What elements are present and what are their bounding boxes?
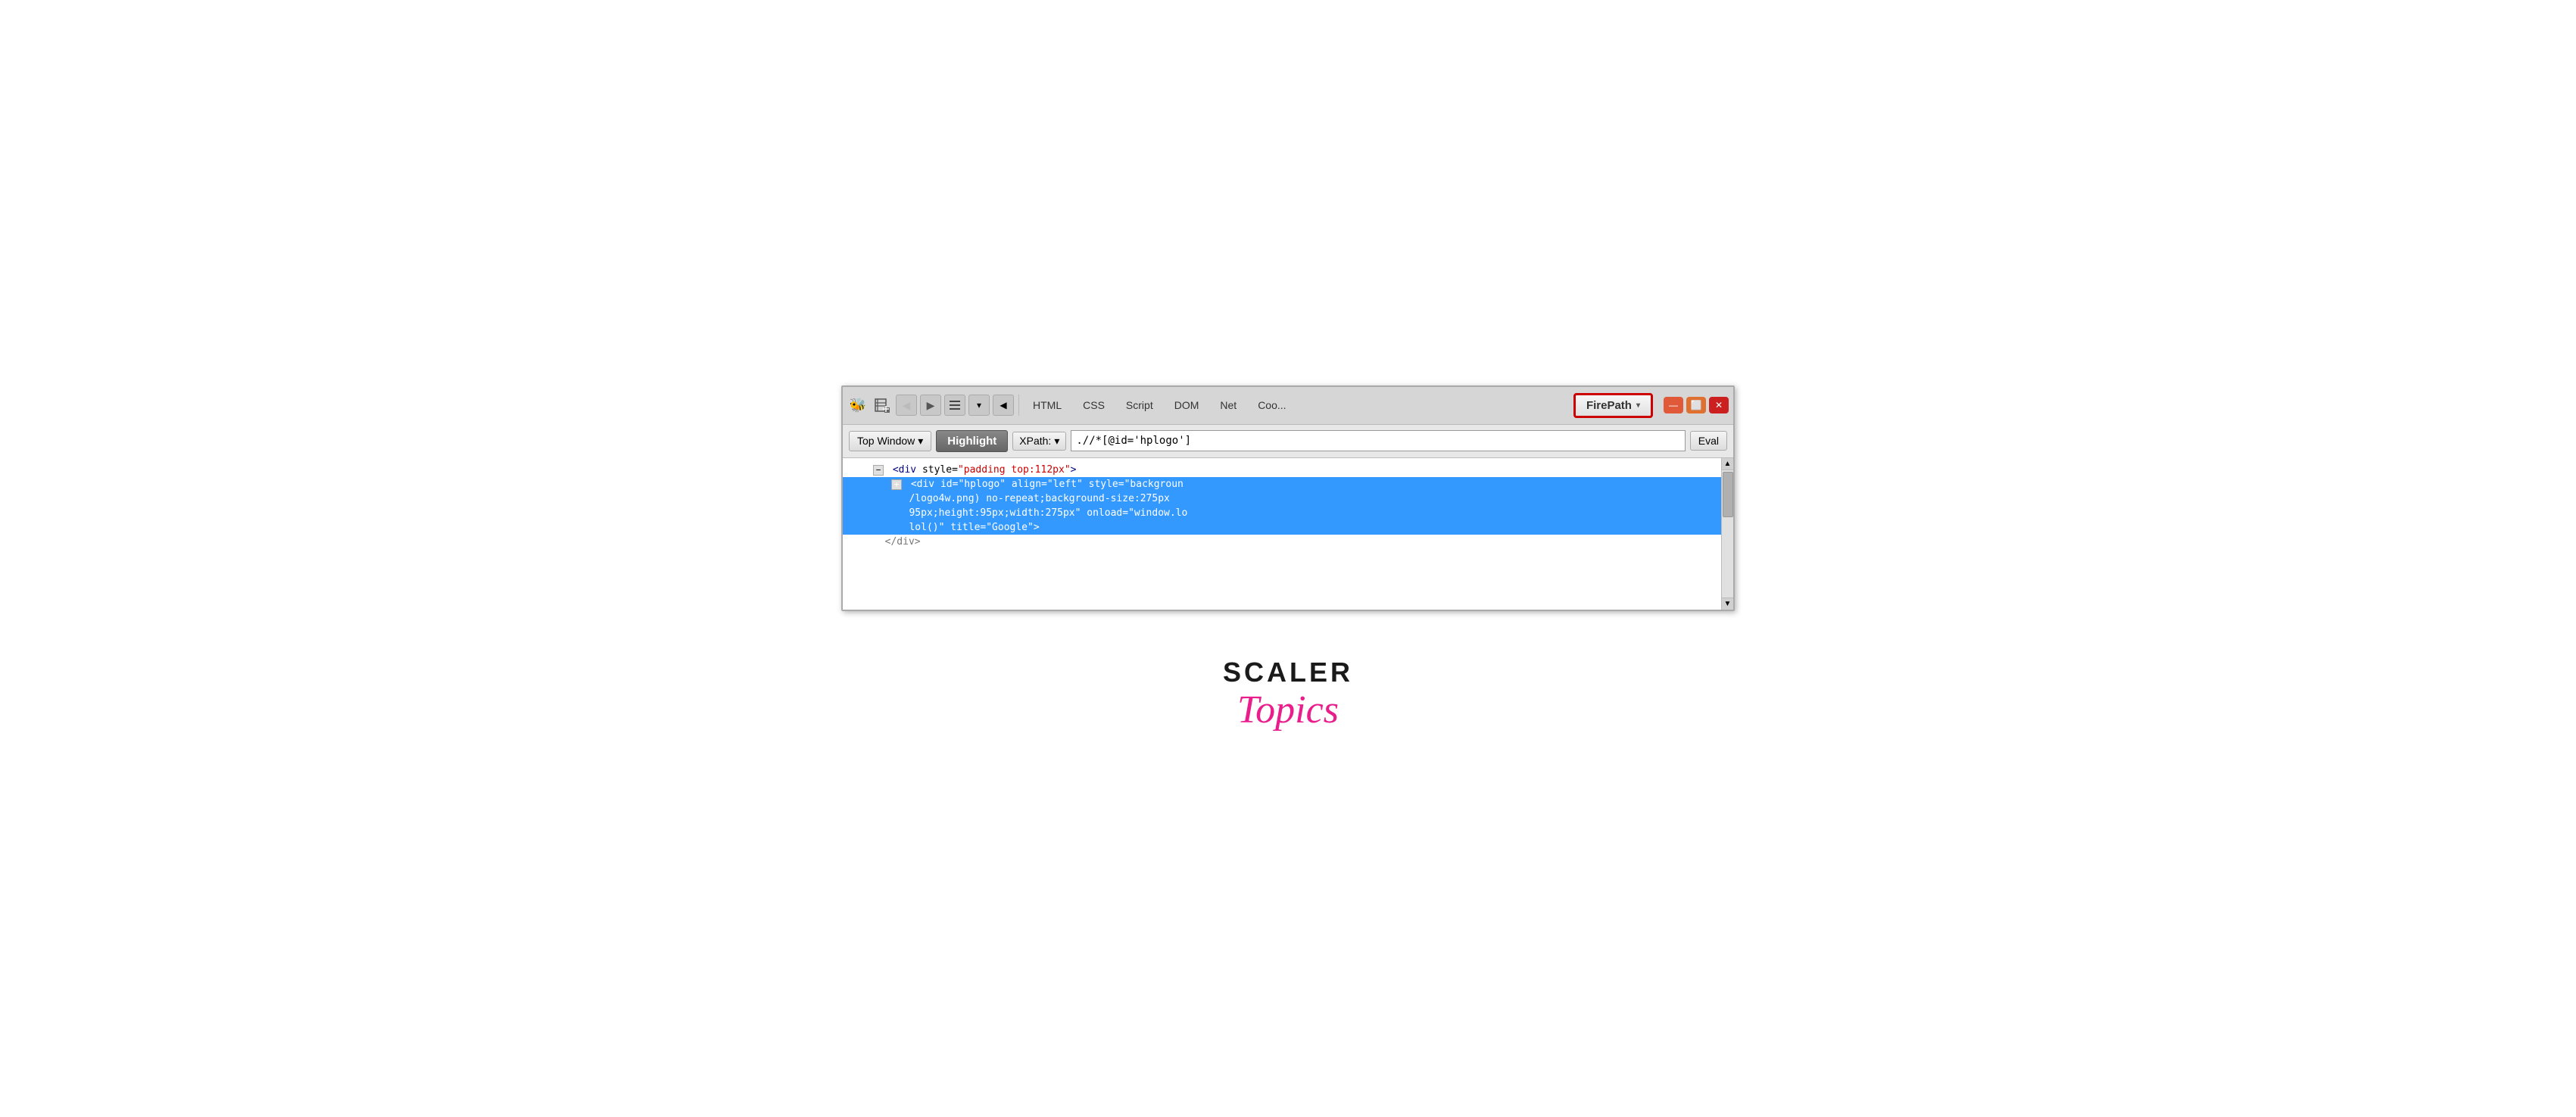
devtools-panel: 🐝 ◀ ▶ bbox=[841, 385, 1735, 611]
tab-script[interactable]: Script bbox=[1117, 396, 1162, 414]
devtools-content: − <div style="padding top:112px"> + <div… bbox=[843, 458, 1733, 610]
tab-html[interactable]: HTML bbox=[1024, 396, 1071, 414]
maximize-button[interactable]: ⬜ bbox=[1686, 397, 1706, 413]
minimize-button[interactable]: — bbox=[1664, 397, 1683, 413]
xpath-input[interactable] bbox=[1071, 430, 1685, 451]
scroll-down-button[interactable]: ▼ bbox=[1722, 598, 1734, 610]
forward-button[interactable]: ▶ bbox=[920, 395, 941, 416]
collapse-icon-1[interactable]: − bbox=[873, 465, 884, 476]
selected-html-node-cont3: lol()" title="Google"> bbox=[843, 520, 1721, 535]
xpath-text: XPath: bbox=[1019, 435, 1051, 447]
page-wrapper: 🐝 ◀ ▶ bbox=[841, 385, 1735, 732]
firepath-dropdown-icon: ▾ bbox=[1636, 401, 1640, 410]
tab-net[interactable]: Net bbox=[1211, 396, 1246, 414]
bee-icon: 🐝 bbox=[847, 395, 869, 416]
tab-cookies[interactable]: Coo... bbox=[1249, 396, 1295, 414]
devtools-toolbar: 🐝 ◀ ▶ bbox=[843, 387, 1733, 425]
top-window-button[interactable]: Top Window ▾ bbox=[849, 431, 931, 451]
xpath-dropdown-icon: ▾ bbox=[1054, 435, 1059, 448]
sep1 bbox=[1018, 395, 1019, 416]
menu-button[interactable] bbox=[944, 395, 965, 416]
firepath-button[interactable]: FirePath ▾ bbox=[1573, 393, 1653, 418]
selected-html-node-cont2: 95px;height:95px;width:275px" onload="wi… bbox=[843, 506, 1721, 520]
html-line-close: </div> bbox=[843, 535, 1721, 549]
scaler-topics-logo: SCALER Topics bbox=[1223, 657, 1353, 732]
xpath-label[interactable]: XPath: ▾ bbox=[1012, 432, 1066, 451]
address-bar: Top Window ▾ Highlight XPath: ▾ Eval bbox=[843, 425, 1733, 458]
html-line-1: − <div style="padding top:112px"> bbox=[843, 463, 1721, 477]
window-controls: — ⬜ ✕ bbox=[1664, 397, 1729, 413]
highlight-label: Highlight bbox=[947, 435, 996, 448]
top-window-arrow-icon: ▾ bbox=[918, 435, 923, 448]
eval-button[interactable]: Eval bbox=[1690, 431, 1727, 451]
scaler-text: SCALER bbox=[1223, 657, 1353, 688]
scroll-thumb[interactable] bbox=[1723, 472, 1733, 517]
dropdown-button[interactable]: ▾ bbox=[968, 395, 990, 416]
expand-icon-1[interactable]: + bbox=[891, 479, 902, 490]
collapse-panel-button[interactable]: ◀ bbox=[993, 395, 1014, 416]
scroll-track bbox=[1722, 470, 1734, 598]
inspector-icon[interactable] bbox=[872, 395, 893, 416]
close-button[interactable]: ✕ bbox=[1709, 397, 1729, 413]
top-window-label: Top Window bbox=[857, 435, 915, 447]
tab-css[interactable]: CSS bbox=[1074, 396, 1114, 414]
html-tree: − <div style="padding top:112px"> + <div… bbox=[843, 458, 1721, 610]
eval-label: Eval bbox=[1698, 435, 1719, 447]
highlight-button[interactable]: Highlight bbox=[936, 430, 1008, 452]
firepath-label: FirePath bbox=[1586, 399, 1632, 412]
tab-dom[interactable]: DOM bbox=[1165, 396, 1208, 414]
scrollbar: ▲ ▼ bbox=[1721, 458, 1733, 610]
back-button[interactable]: ◀ bbox=[896, 395, 917, 416]
scroll-up-button[interactable]: ▲ bbox=[1722, 458, 1734, 470]
topics-text: Topics bbox=[1237, 688, 1339, 732]
selected-html-node-cont1: /logo4w.png) no-repeat;background-size:2… bbox=[843, 491, 1721, 506]
selected-html-node[interactable]: + <div id="hplogo" align="left" style="b… bbox=[843, 477, 1721, 491]
